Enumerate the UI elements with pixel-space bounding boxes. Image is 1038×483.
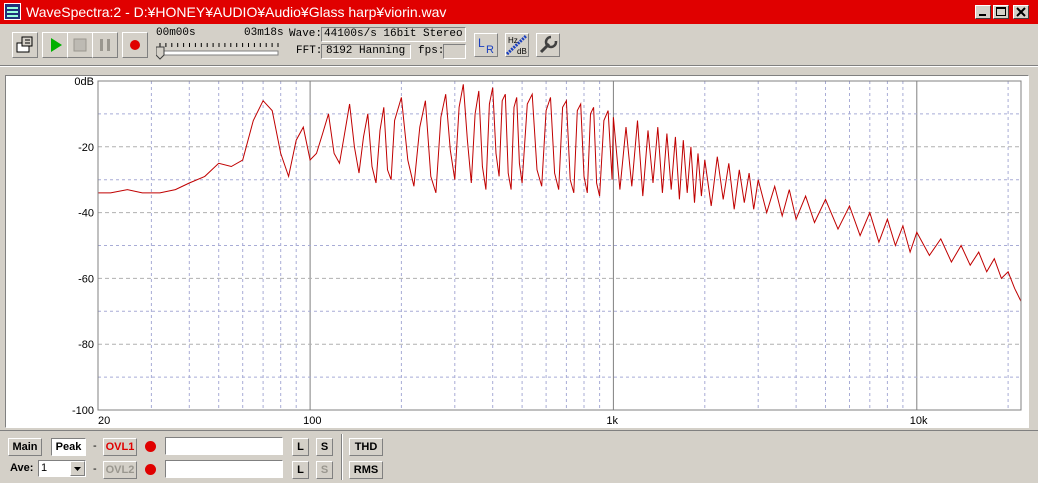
y-tick-label: 0dB xyxy=(74,76,94,88)
ave-dropdown-button[interactable] xyxy=(70,461,85,476)
slider-thumb[interactable] xyxy=(156,46,165,60)
ovl2-button[interactable]: OVL2 xyxy=(103,461,137,479)
window-title: WaveSpectra:2 - D:¥HONEY¥AUDIO¥Audio¥Gla… xyxy=(26,4,447,20)
y-tick-label: -80 xyxy=(78,339,94,351)
record-button[interactable] xyxy=(122,32,148,58)
ovl1-name-input[interactable] xyxy=(165,437,283,455)
lr-channel-icon: L R xyxy=(478,36,494,56)
y-tick-label: -60 xyxy=(78,273,94,285)
settings-wrench-icon xyxy=(539,35,558,54)
maximize-icon xyxy=(996,7,1006,16)
y-tick-label: -100 xyxy=(72,405,94,417)
hz-db-scale-icon: Hz dB xyxy=(505,34,528,56)
slider-ticks xyxy=(159,43,279,47)
stop-icon xyxy=(73,38,87,52)
x-tick-label: 20 xyxy=(98,415,110,427)
time-end-label: 03m18s xyxy=(244,27,284,39)
wave-format-field: 44100s/s 16bit Stereo xyxy=(321,27,466,42)
x-tick-label: 1k xyxy=(606,415,618,427)
fft-setting-field: 8192 Hanning xyxy=(321,44,411,59)
pause-icon xyxy=(100,39,110,51)
play-button[interactable] xyxy=(42,32,68,58)
hz-db-scale-button[interactable]: Hz dB xyxy=(505,33,529,57)
fps-label: fps: xyxy=(418,45,445,57)
wave-label: Wave: xyxy=(289,28,323,40)
ovl2-record-icon[interactable] xyxy=(145,464,156,475)
lr-channel-button[interactable]: L R xyxy=(474,33,498,57)
bottom-separator xyxy=(341,434,343,480)
svg-text:L: L xyxy=(478,36,485,50)
grid-minor xyxy=(97,81,1009,410)
ovl2-dash: - xyxy=(93,463,97,475)
x-tick-label: 100 xyxy=(303,415,321,427)
spectrum-panel: 0dB -20 -40 -60 -80 -100 20 100 1k 10k xyxy=(5,75,1029,428)
wavespectra-app-icon[interactable] xyxy=(4,3,21,20)
minimize-button[interactable] xyxy=(975,5,991,19)
ovl1-l-button[interactable]: L xyxy=(292,438,309,456)
minimize-icon xyxy=(979,14,986,16)
play-icon xyxy=(51,38,62,52)
position-slider[interactable] xyxy=(156,41,282,61)
ovl2-s-button[interactable]: S xyxy=(316,461,333,479)
ovl1-s-button[interactable]: S xyxy=(316,438,333,456)
ave-label: Ave: xyxy=(10,462,34,474)
svg-text:dB: dB xyxy=(517,47,527,56)
rms-button[interactable]: RMS xyxy=(349,461,383,479)
open-file-icon xyxy=(16,36,33,53)
toolbar-separator xyxy=(0,65,1038,67)
ovl1-button[interactable]: OVL1 xyxy=(103,438,137,456)
ovl1-record-icon[interactable] xyxy=(145,441,156,452)
x-tick-labels: 20 100 1k 10k xyxy=(98,415,928,427)
ave-select[interactable]: 1 xyxy=(38,460,86,477)
settings-button[interactable] xyxy=(536,33,560,57)
stop-button[interactable] xyxy=(67,32,93,58)
ovl2-l-button[interactable]: L xyxy=(292,461,309,479)
close-icon xyxy=(1016,7,1026,17)
svg-text:R: R xyxy=(486,44,494,56)
time-start-label: 00m00s xyxy=(156,27,196,39)
main-button[interactable]: Main xyxy=(8,438,42,456)
pause-button[interactable] xyxy=(92,32,118,58)
ovl2-name-input[interactable] xyxy=(165,460,283,478)
record-icon xyxy=(130,40,140,50)
x-tick-label: 10k xyxy=(910,415,928,427)
ovl1-dash: - xyxy=(93,440,97,452)
thd-button[interactable]: THD xyxy=(349,438,383,456)
fft-label: FFT: xyxy=(296,45,323,57)
spectrum-line xyxy=(98,84,1022,302)
fps-field xyxy=(443,44,466,59)
ave-select-value: 1 xyxy=(41,462,48,474)
spectrum-chart[interactable]: 0dB -20 -40 -60 -80 -100 20 100 1k 10k xyxy=(6,76,1028,427)
y-tick-label: -40 xyxy=(78,208,94,220)
close-button[interactable] xyxy=(1013,5,1029,19)
open-file-button[interactable] xyxy=(12,32,38,58)
peak-button[interactable]: Peak xyxy=(51,438,86,456)
title-bar: WaveSpectra:2 - D:¥HONEY¥AUDIO¥Audio¥Gla… xyxy=(0,0,1038,24)
y-tick-labels: 0dB -20 -40 -60 -80 -100 xyxy=(72,76,94,417)
bottom-panel xyxy=(0,430,1038,483)
maximize-button[interactable] xyxy=(993,5,1009,19)
svg-text:Hz: Hz xyxy=(508,36,518,45)
grid-major xyxy=(98,81,1021,410)
y-tick-label: -20 xyxy=(78,142,94,154)
chevron-down-icon xyxy=(74,467,81,471)
